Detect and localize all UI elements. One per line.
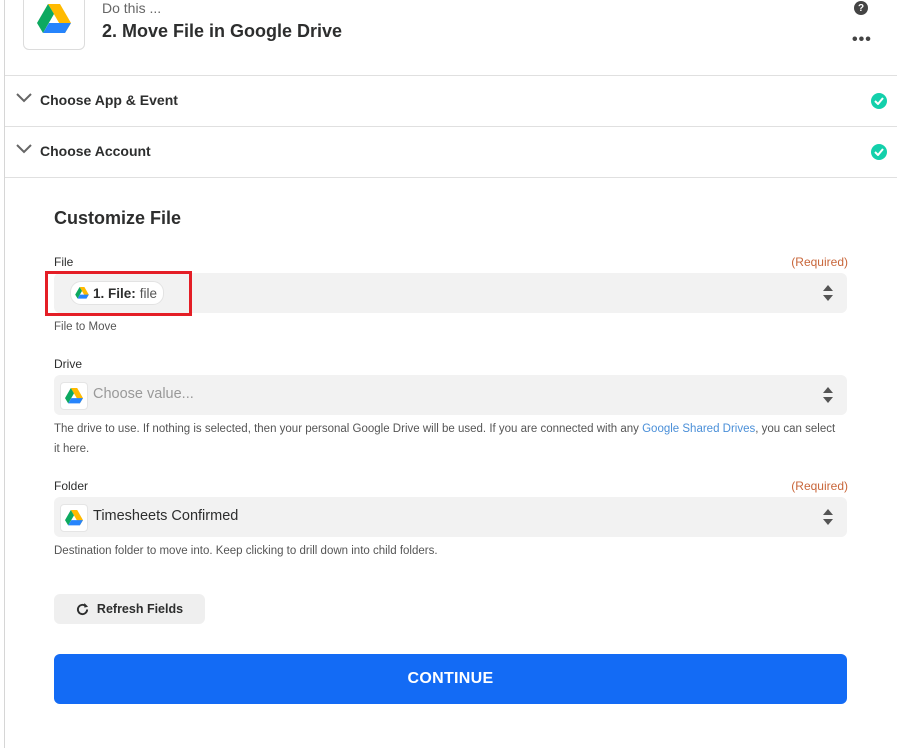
sort-arrows-icon: [823, 387, 833, 403]
continue-button[interactable]: CONTINUE: [54, 654, 847, 704]
step-kicker: Do this ...: [102, 0, 162, 16]
refresh-fields-button[interactable]: Refresh Fields: [54, 594, 205, 624]
required-indicator: (Required): [791, 479, 848, 493]
section-choose-account[interactable]: Choose Account: [5, 127, 897, 178]
folder-helper-text: Destination folder to move into. Keep cl…: [54, 545, 438, 557]
google-shared-drives-link[interactable]: Google Shared Drives: [642, 423, 755, 435]
folder-value: Timesheets Confirmed: [93, 508, 239, 524]
section-label: Choose Account: [40, 143, 151, 159]
highlight-box: [45, 271, 192, 316]
google-drive-icon: [60, 504, 88, 532]
step-title: 2. Move File in Google Drive: [102, 21, 343, 41]
refresh-fields-label: Refresh Fields: [96, 602, 184, 616]
drive-field-label: Drive: [54, 357, 83, 371]
folder-field-label: Folder: [54, 479, 89, 493]
drive-placeholder: Choose value...: [93, 386, 194, 402]
sort-arrows-icon: [823, 285, 833, 301]
google-drive-icon: [60, 382, 88, 410]
more-options-icon[interactable]: •••: [852, 31, 872, 49]
check-circle-icon: [871, 93, 887, 109]
step-editor-panel: Do this ... 2. Move File in Google Drive…: [4, 0, 897, 748]
drive-select[interactable]: Choose value...: [54, 375, 847, 415]
refresh-icon: [76, 602, 88, 615]
chevron-down-icon: [16, 144, 32, 154]
drive-helper-text: The drive to use. If nothing is selected…: [54, 419, 844, 459]
customize-title: Customize File: [54, 208, 182, 228]
check-circle-icon: [871, 144, 887, 160]
required-indicator: (Required): [791, 255, 848, 269]
chevron-down-icon: [16, 93, 32, 103]
section-choose-app-event[interactable]: Choose App & Event: [5, 76, 897, 127]
section-label: Choose App & Event: [40, 92, 178, 108]
step-header: Do this ... 2. Move File in Google Drive…: [5, 0, 897, 76]
drive-helper-prefix: The drive to use. If nothing is selected…: [54, 423, 643, 435]
file-helper-text: File to Move: [54, 321, 117, 333]
file-field-label: File: [54, 255, 74, 269]
google-drive-icon: [23, 0, 85, 50]
help-icon[interactable]: ?: [854, 1, 868, 15]
folder-select[interactable]: Timesheets Confirmed: [54, 497, 847, 537]
sort-arrows-icon: [823, 509, 833, 525]
